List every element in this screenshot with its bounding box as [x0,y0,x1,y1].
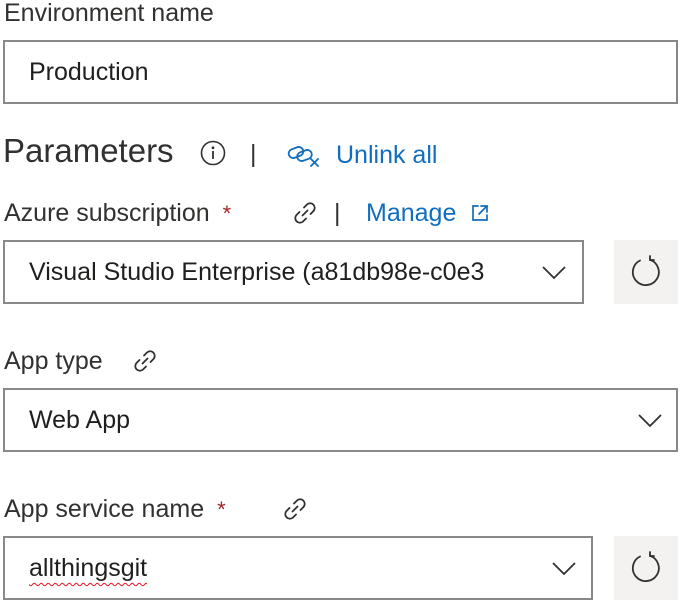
parameters-separator: | [250,140,257,168]
azure-subscription-label-text: Azure subscription [4,199,210,227]
manage-link[interactable]: Manage [366,198,490,228]
unlink-icon [287,140,323,170]
azure-subscription-value: Visual Studio Enterprise (a81db98e-c0e3 [29,258,485,286]
parameters-heading: Parameters [3,132,174,169]
required-marker: * [217,497,226,522]
unlink-all-label: Unlink all [336,141,438,169]
link-icon[interactable] [130,346,160,381]
unlink-all-button[interactable]: Unlink all [287,140,437,170]
environment-name-value: Production [29,58,149,86]
app-service-name-value: allthingsgit [29,538,147,598]
info-icon[interactable] [200,140,226,171]
environment-name-input[interactable]: Production [3,40,678,104]
manage-label: Manage [366,199,457,227]
external-link-icon [470,203,490,223]
azure-subscription-separator: | [334,199,341,227]
app-service-name-refresh-button[interactable] [614,536,678,600]
azure-subscription-refresh-button[interactable] [614,240,678,304]
azure-subscription-label: Azure subscription * [4,198,231,229]
refresh-icon [628,550,664,586]
app-service-name-label-text: App service name [4,495,205,523]
azure-subscription-dropdown[interactable]: Visual Studio Enterprise (a81db98e-c0e3 [3,240,584,304]
refresh-icon [628,254,664,290]
app-type-dropdown[interactable]: Web App [3,388,678,452]
app-type-value: Web App [29,406,131,434]
link-icon[interactable] [280,494,310,529]
environment-name-label: Environment name [4,0,214,27]
chevron-down-icon [637,407,663,438]
app-service-name-label: App service name * [4,494,226,525]
chevron-down-icon [541,259,567,290]
link-icon[interactable] [290,198,320,233]
app-service-name-text: allthingsgit [29,554,148,582]
app-service-name-dropdown[interactable]: allthingsgit [3,536,593,600]
app-type-label: App type [4,347,103,375]
chevron-down-icon [551,555,577,586]
required-marker: * [222,201,232,226]
